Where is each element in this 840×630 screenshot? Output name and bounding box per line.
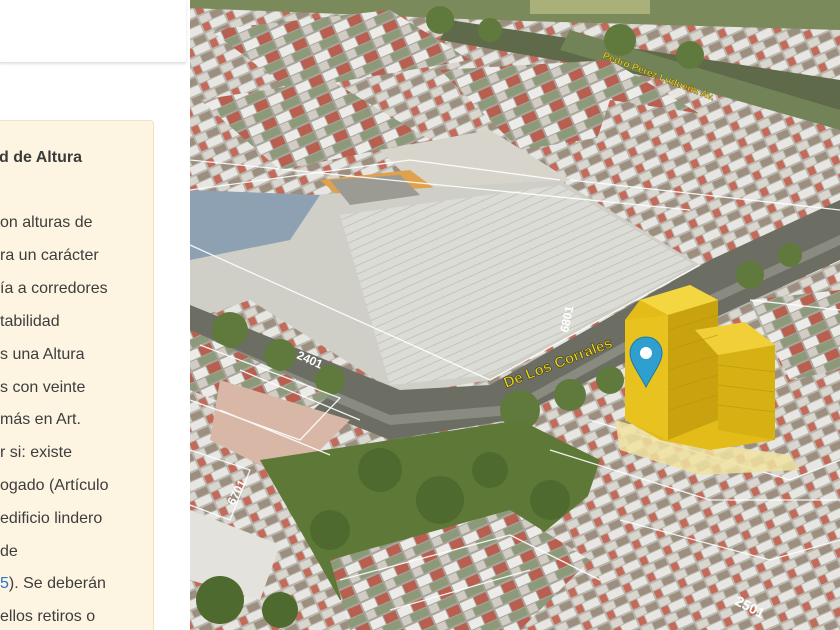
info-line: edificio lindero	[0, 510, 103, 527]
zoning-info-card	[0, 120, 154, 630]
info-line: ra un carácter	[0, 247, 99, 264]
section-title: d de Altura	[0, 149, 82, 166]
info-line: s con veinte	[0, 379, 86, 396]
map-view[interactable]: De Los Corrales Pedro Pérez Ludueña Av. …	[190, 0, 840, 630]
info-line: r si: existe	[0, 444, 73, 461]
info-line: ía a corredores	[0, 280, 108, 297]
info-line: on alturas de	[0, 214, 93, 231]
info-line: ellos retiros o	[0, 608, 96, 625]
info-line: 5). Se deberán	[0, 572, 106, 596]
info-line: más en Art.	[0, 411, 81, 428]
info-line: de	[0, 543, 18, 560]
aerial-imagery: De Los Corrales Pedro Pérez Ludueña Av. …	[190, 0, 840, 630]
info-line: ogado (Artículo	[0, 477, 109, 494]
info-line-text: ). Se deberán	[8, 575, 106, 592]
left-panel: d de Altura on alturas de ra un carácter…	[0, 0, 190, 630]
info-line: tabilidad	[0, 313, 60, 330]
info-line: s una Altura	[0, 346, 85, 363]
search-panel[interactable]	[0, 0, 186, 63]
article-link[interactable]: 5	[0, 575, 9, 592]
